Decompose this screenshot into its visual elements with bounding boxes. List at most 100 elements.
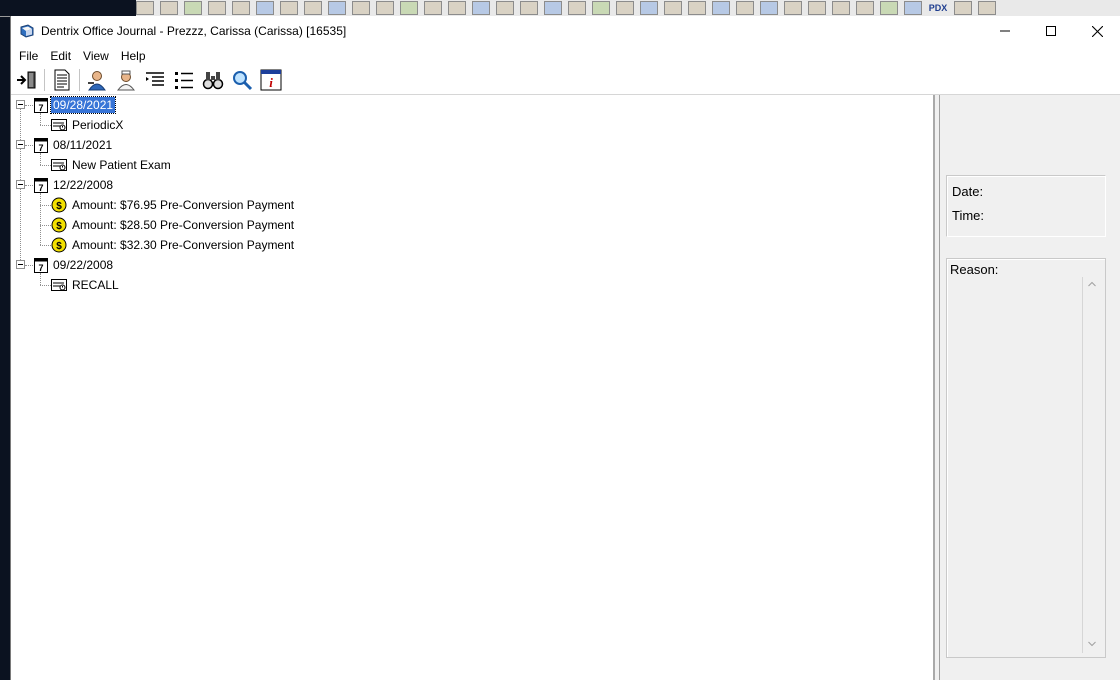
tree-entry-node[interactable]: Amount: $28.50 Pre-Conversion Payment	[70, 217, 296, 233]
reason-scrollbar[interactable]	[1082, 277, 1103, 653]
background-toolbar-icon	[736, 1, 754, 15]
svg-text:$: $	[56, 241, 62, 252]
close-icon	[1091, 25, 1103, 37]
background-toolbar-icon	[280, 1, 298, 15]
provider-button[interactable]	[114, 68, 138, 92]
background-toolbar-icon	[954, 1, 972, 15]
background-toolbar-icon	[160, 1, 178, 15]
tree-connector	[25, 265, 33, 267]
background-toolbar-icon	[712, 1, 730, 15]
close-button[interactable]	[1074, 16, 1120, 46]
background-toolbar-icon	[472, 1, 490, 15]
tree-entry-node[interactable]: Amount: $32.30 Pre-Conversion Payment	[70, 237, 296, 253]
background-toolbar-icon	[978, 1, 996, 15]
appointment-card-icon	[51, 117, 67, 133]
tree-connector	[25, 145, 33, 147]
appointment-card-icon	[51, 157, 67, 173]
background-toolbar-icon	[352, 1, 370, 15]
find-button[interactable]	[201, 68, 225, 92]
app-icon[interactable]	[19, 23, 35, 39]
tree-connector	[40, 125, 51, 127]
tree-date-node[interactable]: 09/28/2021	[49, 96, 117, 114]
appointment-card-icon	[51, 277, 67, 293]
date-label: Date:	[952, 184, 984, 199]
tree-connector	[40, 193, 42, 245]
calendar-icon: 7	[33, 97, 49, 113]
background-toolbar-icon	[856, 1, 874, 15]
tree-entry-node[interactable]: New Patient Exam	[70, 157, 173, 173]
tree-connector	[25, 105, 33, 107]
tree-entry-node[interactable]: RECALL	[70, 277, 121, 293]
background-toolbar-icon	[136, 1, 154, 15]
calendar-icon: 7	[33, 137, 49, 153]
svg-text:7: 7	[38, 183, 43, 193]
background-toolbar-icon	[832, 1, 850, 15]
title-bar[interactable]: Dentrix Office Journal - Prezzz, Carissa…	[11, 16, 1120, 46]
calendar-icon: 7	[33, 177, 49, 193]
tree-connector	[40, 285, 51, 287]
background-toolbar-icon	[256, 1, 274, 15]
menu-help[interactable]: Help	[115, 49, 152, 63]
menu-file[interactable]: File	[13, 49, 44, 63]
menu-edit[interactable]: Edit	[44, 49, 77, 63]
patient-icon	[88, 71, 106, 91]
tree-entry-node[interactable]: PeriodicX	[70, 117, 125, 133]
scroll-up-arrow[interactable]	[1087, 279, 1097, 289]
background-toolbar-icon	[808, 1, 826, 15]
dollar-coin-icon: $	[51, 197, 67, 213]
background-toolbar-icon	[448, 1, 466, 15]
office-journal-window: Dentrix Office Journal - Prezzz, Carissa…	[10, 16, 1120, 680]
tree-entry-node[interactable]: Amount: $76.95 Pre-Conversion Payment	[70, 197, 296, 213]
background-toolbar-icon	[376, 1, 394, 15]
tree-date-node[interactable]: 09/22/2008	[51, 257, 115, 273]
window-title: Dentrix Office Journal - Prezzz, Carissa…	[41, 24, 347, 38]
exit-icon	[17, 71, 36, 89]
minus-icon	[18, 104, 23, 105]
background-toolbar-icon	[616, 1, 634, 15]
chevron-down-icon	[1088, 641, 1096, 647]
background-toolbar-icon	[208, 1, 226, 15]
exit-button[interactable]	[15, 68, 39, 92]
document-button[interactable]	[50, 68, 74, 92]
bullet-list-button[interactable]	[172, 68, 196, 92]
background-pdx-label: PDX	[928, 1, 948, 15]
background-toolbar-icon	[688, 1, 706, 15]
background-toolbar-icon	[640, 1, 658, 15]
background-toolbar-icon	[880, 1, 898, 15]
journal-tree-pane[interactable]: 7 09/28/2021 PeriodicX 7 08/11/2021 New Patie…	[11, 95, 935, 680]
background-toolbar-icon	[304, 1, 322, 15]
reason-box[interactable]: Reason:	[946, 258, 1106, 658]
tree-connector	[40, 165, 51, 167]
bullet-list-icon	[175, 72, 193, 89]
background-toolbar-icon	[424, 1, 442, 15]
svg-text:$: $	[56, 221, 62, 232]
background-app-toolbar: PDX	[0, 0, 1120, 17]
toolbar: i	[11, 66, 1120, 95]
binoculars-icon	[202, 72, 224, 90]
search-button[interactable]	[230, 68, 254, 92]
tree-date-node[interactable]: 08/11/2021	[51, 137, 114, 153]
maximize-button[interactable]	[1028, 16, 1074, 46]
tree-expander[interactable]	[16, 260, 25, 269]
scroll-down-arrow[interactable]	[1087, 639, 1097, 649]
patient-button[interactable]	[85, 68, 109, 92]
indent-list-button[interactable]	[143, 68, 167, 92]
menu-view[interactable]: View	[77, 49, 115, 63]
content-area: 7 09/28/2021 PeriodicX 7 08/11/2021 New Patie…	[11, 95, 1120, 680]
tree-expander[interactable]	[16, 100, 25, 109]
svg-text:i: i	[269, 75, 273, 90]
toolbar-separator	[79, 69, 80, 91]
tree-expander[interactable]	[16, 140, 25, 149]
background-toolbar-icon	[904, 1, 922, 15]
minimize-icon	[1000, 30, 1010, 32]
tree-date-node[interactable]: 12/22/2008	[51, 177, 115, 193]
background-toolbar-icon	[664, 1, 682, 15]
tree-expander[interactable]	[16, 180, 25, 189]
info-button[interactable]: i	[259, 68, 283, 92]
minimize-button[interactable]	[982, 16, 1028, 46]
background-toolbar-icon	[784, 1, 802, 15]
reason-label: Reason:	[950, 262, 999, 277]
svg-text:7: 7	[38, 263, 43, 273]
provider-icon	[117, 70, 135, 91]
date-time-box: Date: Time:	[946, 175, 1106, 237]
